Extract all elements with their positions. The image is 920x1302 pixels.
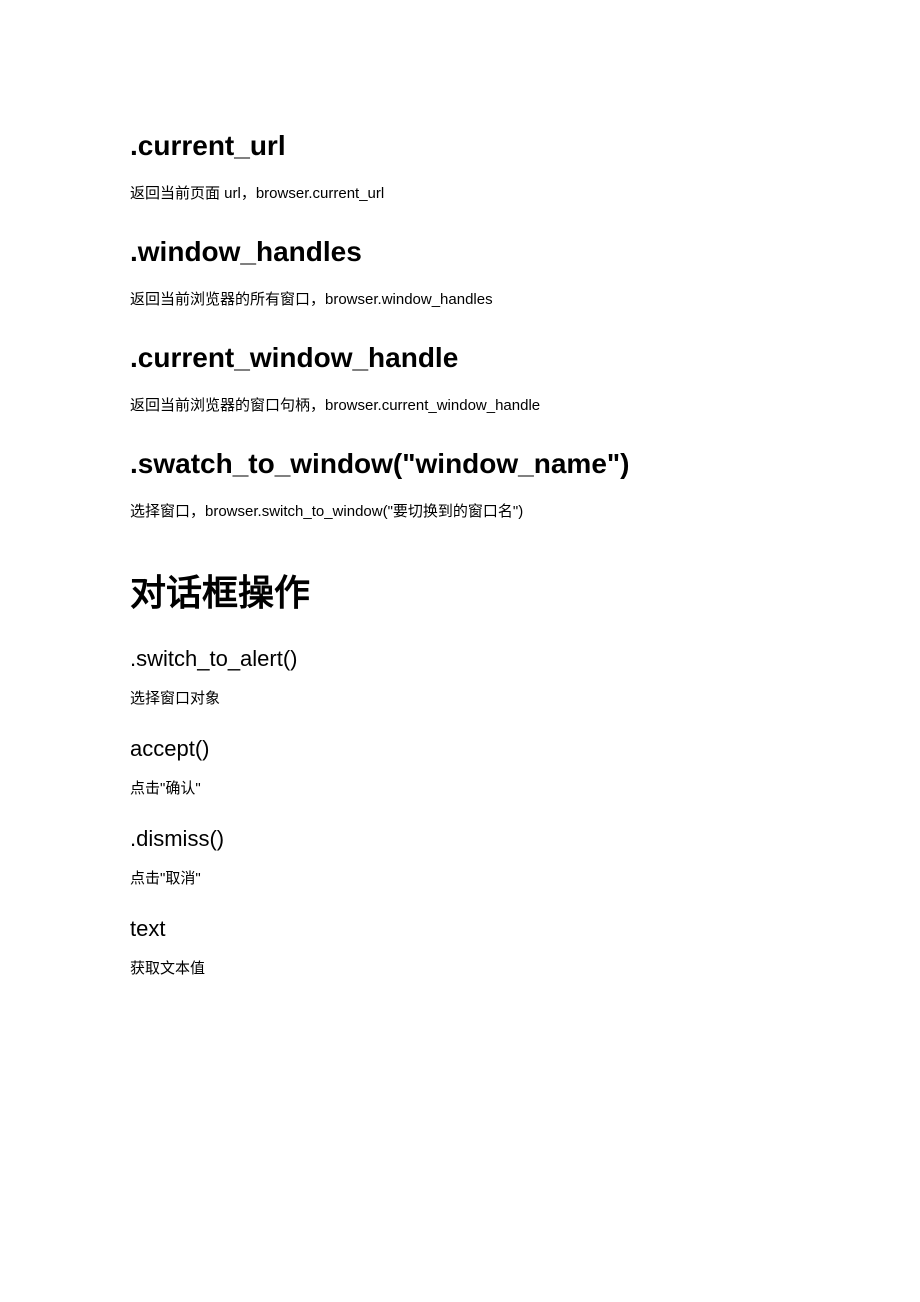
desc-current-window-handle: 返回当前浏览器的窗口句柄，browser.current_window_hand… — [130, 394, 790, 418]
document-page: .current_url 返回当前页面 url，browser.current_… — [0, 0, 920, 1302]
desc-dismiss: 点击"取消" — [130, 867, 790, 891]
desc-current-url: 返回当前页面 url，browser.current_url — [130, 182, 790, 206]
heading-dialog-operations: 对话框操作 — [130, 564, 790, 616]
desc-swatch-to-window: 选择窗口，browser.switch_to_window("要切换到的窗口名"… — [130, 500, 790, 524]
heading-switch-to-alert: .switch_to_alert() — [130, 646, 790, 672]
heading-current-window-handle: .current_window_handle — [130, 342, 790, 374]
desc-switch-to-alert: 选择窗口对象 — [130, 687, 790, 711]
heading-accept: accept() — [130, 736, 790, 762]
heading-dismiss: .dismiss() — [130, 826, 790, 852]
desc-window-handles: 返回当前浏览器的所有窗口，browser.window_handles — [130, 288, 790, 312]
desc-accept: 点击"确认" — [130, 777, 790, 801]
heading-current-url: .current_url — [130, 130, 790, 162]
heading-window-handles: .window_handles — [130, 236, 790, 268]
heading-swatch-to-window: .swatch_to_window("window_name") — [130, 448, 790, 480]
desc-text: 获取文本值 — [130, 957, 790, 981]
heading-text: text — [130, 916, 790, 942]
